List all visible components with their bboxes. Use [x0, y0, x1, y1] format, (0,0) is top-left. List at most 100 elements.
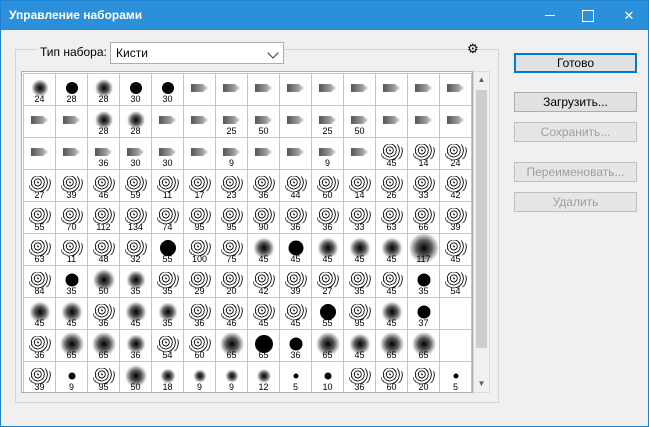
brush-preset[interactable]: 60 — [183, 329, 216, 362]
brush-preset[interactable]: 20 — [215, 265, 248, 298]
brush-preset[interactable]: 50 — [87, 265, 120, 298]
brush-preset[interactable]: 65 — [215, 329, 248, 362]
brush-preset[interactable]: 36 — [183, 297, 216, 330]
brush-preset[interactable]: 46 — [215, 297, 248, 330]
brush-preset[interactable]: 23 — [215, 169, 248, 202]
brush-preset[interactable]: 84 — [23, 265, 56, 298]
brush-preset[interactable]: 112 — [87, 201, 120, 234]
brush-preset[interactable]: 45 — [375, 265, 408, 298]
brush-preset[interactable]: 9 — [55, 361, 88, 392]
brush-preset[interactable] — [439, 105, 472, 138]
brush-preset[interactable]: 46 — [87, 169, 120, 202]
brush-preset[interactable]: 35 — [151, 297, 184, 330]
brush-preset[interactable]: 45 — [247, 233, 280, 266]
brush-preset[interactable] — [55, 105, 88, 138]
brush-preset[interactable]: 65 — [55, 329, 88, 362]
brush-preset[interactable]: 17 — [183, 169, 216, 202]
brush-preset[interactable]: 65 — [247, 329, 280, 362]
brush-preset[interactable] — [151, 105, 184, 138]
brush-preset[interactable]: 25 — [311, 105, 344, 138]
brush-preset[interactable]: 75 — [215, 233, 248, 266]
brush-preset[interactable]: 39 — [279, 265, 312, 298]
brush-preset[interactable] — [23, 105, 56, 138]
brush-preset[interactable] — [183, 73, 216, 106]
brush-preset[interactable] — [183, 105, 216, 138]
brush-preset[interactable]: 134 — [119, 201, 152, 234]
title-bar[interactable]: Управление наборами ✕ — [1, 1, 648, 30]
brush-preset[interactable] — [375, 105, 408, 138]
brush-preset[interactable]: 28 — [119, 105, 152, 138]
brush-preset[interactable] — [407, 105, 440, 138]
brush-preset[interactable]: 45 — [375, 137, 408, 170]
brush-preset[interactable] — [55, 137, 88, 170]
brush-preset[interactable] — [247, 73, 280, 106]
brush-preset[interactable]: 45 — [279, 297, 312, 330]
brush-preset[interactable]: 36 — [119, 329, 152, 362]
brush-preset[interactable]: 30 — [119, 137, 152, 170]
brush-preset[interactable]: 28 — [55, 73, 88, 106]
brush-preset[interactable] — [439, 297, 472, 330]
brush-preset[interactable] — [279, 73, 312, 106]
brush-preset[interactable]: 14 — [407, 137, 440, 170]
brush-preset[interactable]: 45 — [55, 297, 88, 330]
brush-preset[interactable]: 36 — [87, 297, 120, 330]
brush-preset[interactable]: 10 — [311, 361, 344, 392]
brush-preset[interactable]: 27 — [23, 169, 56, 202]
brush-preset[interactable]: 55 — [151, 233, 184, 266]
brush-preset[interactable]: 65 — [311, 329, 344, 362]
brush-preset[interactable]: 35 — [343, 265, 376, 298]
brush-preset[interactable]: 39 — [23, 361, 56, 392]
brush-preset[interactable] — [279, 137, 312, 170]
brush-preset[interactable]: 32 — [119, 233, 152, 266]
vertical-scrollbar[interactable]: ▲ ▼ — [473, 71, 490, 393]
brush-preset[interactable]: 90 — [247, 201, 280, 234]
brush-preset[interactable]: 45 — [439, 233, 472, 266]
brush-preset[interactable]: 9 — [215, 137, 248, 170]
brush-preset[interactable]: 70 — [55, 201, 88, 234]
brush-preset[interactable]: 9 — [215, 361, 248, 392]
brush-preset[interactable] — [439, 73, 472, 106]
brush-preset[interactable]: 36 — [87, 137, 120, 170]
scrollbar-thumb[interactable] — [476, 90, 487, 348]
brush-preset[interactable] — [23, 137, 56, 170]
brush-preset[interactable]: 25 — [215, 105, 248, 138]
preset-type-select[interactable]: Кисти — [110, 42, 284, 64]
brush-preset[interactable]: 27 — [311, 265, 344, 298]
brush-preset[interactable]: 45 — [23, 297, 56, 330]
brush-preset[interactable] — [375, 73, 408, 106]
brush-preset[interactable] — [311, 73, 344, 106]
gear-icon[interactable]: ⚙ — [467, 42, 485, 56]
brush-preset[interactable]: 45 — [375, 233, 408, 266]
brush-preset[interactable]: 66 — [407, 201, 440, 234]
brush-preset[interactable]: 54 — [151, 329, 184, 362]
brush-preset[interactable]: 36 — [343, 361, 376, 392]
brush-preset[interactable]: 30 — [151, 73, 184, 106]
brush-preset[interactable]: 37 — [407, 297, 440, 330]
brush-preset[interactable]: 5 — [439, 361, 472, 392]
brush-preset[interactable]: 50 — [119, 361, 152, 392]
brush-preset[interactable]: 35 — [55, 265, 88, 298]
brush-preset[interactable]: 44 — [279, 169, 312, 202]
brush-preset[interactable]: 95 — [215, 201, 248, 234]
scroll-up-arrow-icon[interactable]: ▲ — [474, 72, 489, 88]
brush-preset[interactable]: 18 — [151, 361, 184, 392]
brush-preset[interactable]: 39 — [55, 169, 88, 202]
brush-preset[interactable]: 35 — [151, 265, 184, 298]
brush-preset[interactable]: 36 — [311, 201, 344, 234]
brush-preset[interactable] — [343, 73, 376, 106]
brush-preset[interactable]: 55 — [311, 297, 344, 330]
save-button[interactable]: Сохранить... — [514, 122, 637, 142]
brush-preset[interactable]: 65 — [375, 329, 408, 362]
brush-preset[interactable]: 35 — [119, 265, 152, 298]
brush-preset[interactable]: 95 — [183, 201, 216, 234]
brush-preset[interactable]: 33 — [407, 169, 440, 202]
brush-preset[interactable]: 45 — [247, 297, 280, 330]
brush-preset[interactable]: 33 — [343, 201, 376, 234]
brush-preset[interactable]: 20 — [407, 361, 440, 392]
brush-preset[interactable]: 30 — [119, 73, 152, 106]
brush-preset[interactable] — [183, 137, 216, 170]
brush-preset[interactable]: 50 — [247, 105, 280, 138]
brush-preset[interactable]: 55 — [23, 201, 56, 234]
brush-preset[interactable]: 24 — [439, 137, 472, 170]
brush-preset[interactable]: 59 — [119, 169, 152, 202]
